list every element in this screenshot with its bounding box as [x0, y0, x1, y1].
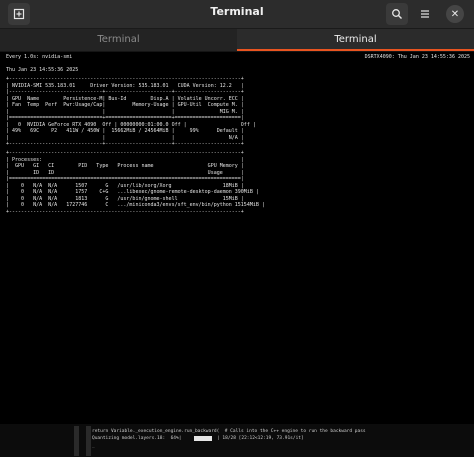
terminal-cursor: _ — [92, 444, 95, 449]
progress-label: Quantizing model.layers.18: 64%| — [92, 436, 182, 441]
pane-divider — [74, 426, 79, 456]
hamburger-menu-icon[interactable] — [414, 3, 436, 25]
pane-divider — [86, 426, 91, 456]
watch-host-time: DSRTX4090: Thu Jan 23 14:55:36 2025 — [364, 54, 470, 60]
close-button[interactable]: ✕ — [446, 5, 464, 23]
gpu-processes-table: +---------------------------------------… — [6, 150, 265, 215]
smi-timestamp: Thu Jan 23 14:55:36 2025 — [6, 67, 79, 73]
title-bar: Terminal ✕ — [0, 0, 474, 29]
progress-stats: | 18/28 [22:12<12:19, 73.91s/it] — [217, 436, 304, 441]
tab-bar: Terminal Terminal — [0, 29, 474, 52]
progress-bar-fill — [194, 436, 212, 441]
watch-header: Every 1.0s: nvidia-smi — [6, 54, 73, 60]
tab-terminal-2[interactable]: Terminal — [237, 29, 474, 51]
tab-terminal-1[interactable]: Terminal — [0, 29, 237, 51]
gpu-status-table: +---------------------------------------… — [6, 76, 256, 147]
backward-log-line: return Variable._execution_engine.run_ba… — [92, 429, 366, 434]
terminal-output[interactable]: Every 1.0s: nvidia-smi DSRTX4090: Thu Ja… — [0, 52, 474, 457]
search-icon[interactable] — [386, 3, 408, 25]
